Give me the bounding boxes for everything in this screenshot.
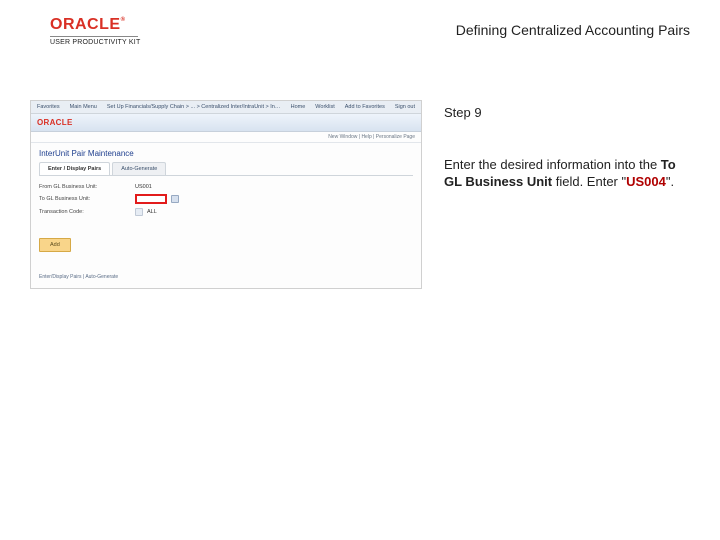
brand-name: ORACLE — [50, 16, 121, 33]
instr-end: . — [671, 174, 675, 189]
instr-pre: Enter the desired information into the — [444, 157, 661, 172]
lookup-icon[interactable] — [171, 195, 179, 203]
page-title: Defining Centralized Accounting Pairs — [456, 22, 690, 38]
tab-enter-display-pairs[interactable]: Enter / Display Pairs — [39, 162, 110, 175]
to-bu-input[interactable] — [135, 194, 167, 204]
content: Favorites Main Menu Set Up Financials/Su… — [30, 100, 690, 289]
add-button[interactable]: Add — [39, 238, 71, 252]
txn-code-label: Transaction Code: — [39, 209, 131, 215]
ss-breadcrumb: Set Up Financials/Supply Chain > ... > C… — [107, 104, 281, 110]
oracle-logo: ORACLE® — [50, 16, 140, 34]
from-bu-label: From GL Business Unit: — [39, 184, 131, 190]
product-kit-label: USER PRODUCTIVITY KIT — [50, 39, 140, 46]
ss-fav[interactable]: Favorites — [37, 104, 60, 110]
ss-menubar: Favorites Main Menu Set Up Financials/Su… — [31, 101, 421, 114]
ss-oracle-logo: ORACLE — [37, 118, 73, 127]
ss-footer-links: Enter/Display Pairs | Auto-Generate — [31, 260, 421, 288]
instruction-text: Enter the desired information into the T… — [444, 156, 690, 191]
registered-icon: ® — [121, 17, 126, 23]
embedded-screenshot: Favorites Main Menu Set Up Financials/Su… — [30, 100, 422, 289]
ss-tabs: Enter / Display Pairs Auto-Generate — [31, 162, 421, 175]
ss-appbar: ORACLE — [31, 114, 421, 132]
ss-form: From GL Business Unit: US001 To GL Busin… — [31, 176, 421, 228]
instr-mid: field. Enter — [552, 174, 621, 189]
instr-value: US004 — [626, 174, 666, 189]
brand-block: ORACLE® USER PRODUCTIVITY KIT — [50, 16, 140, 46]
ss-signout-link[interactable]: Sign out — [395, 104, 415, 110]
to-bu-label: To GL Business Unit: — [39, 196, 131, 202]
step-label: Step 9 — [444, 104, 690, 122]
header: ORACLE® USER PRODUCTIVITY KIT Defining C… — [50, 16, 690, 54]
ss-page-title: InterUnit Pair Maintenance — [31, 143, 421, 162]
ss-row-to-bu: To GL Business Unit: — [39, 194, 413, 204]
ss-addfav-link[interactable]: Add to Favorites — [345, 104, 385, 110]
ss-home-link[interactable]: Home — [291, 104, 306, 110]
ss-row-from-bu: From GL Business Unit: US001 — [39, 184, 413, 190]
logo-divider — [50, 36, 138, 37]
instruction-panel: Step 9 Enter the desired information int… — [444, 100, 690, 289]
ss-worklist-link[interactable]: Worklist — [315, 104, 334, 110]
tab-auto-generate[interactable]: Auto-Generate — [112, 162, 166, 175]
ss-helper-line: New Window | Help | Personalize Page — [31, 132, 421, 143]
txn-code-value: ALL — [147, 209, 157, 215]
ss-row-txn-code: Transaction Code: ALL — [39, 208, 413, 216]
ss-mainmenu[interactable]: Main Menu — [70, 104, 97, 110]
lookup-icon[interactable] — [135, 208, 143, 216]
from-bu-value: US001 — [135, 184, 152, 190]
